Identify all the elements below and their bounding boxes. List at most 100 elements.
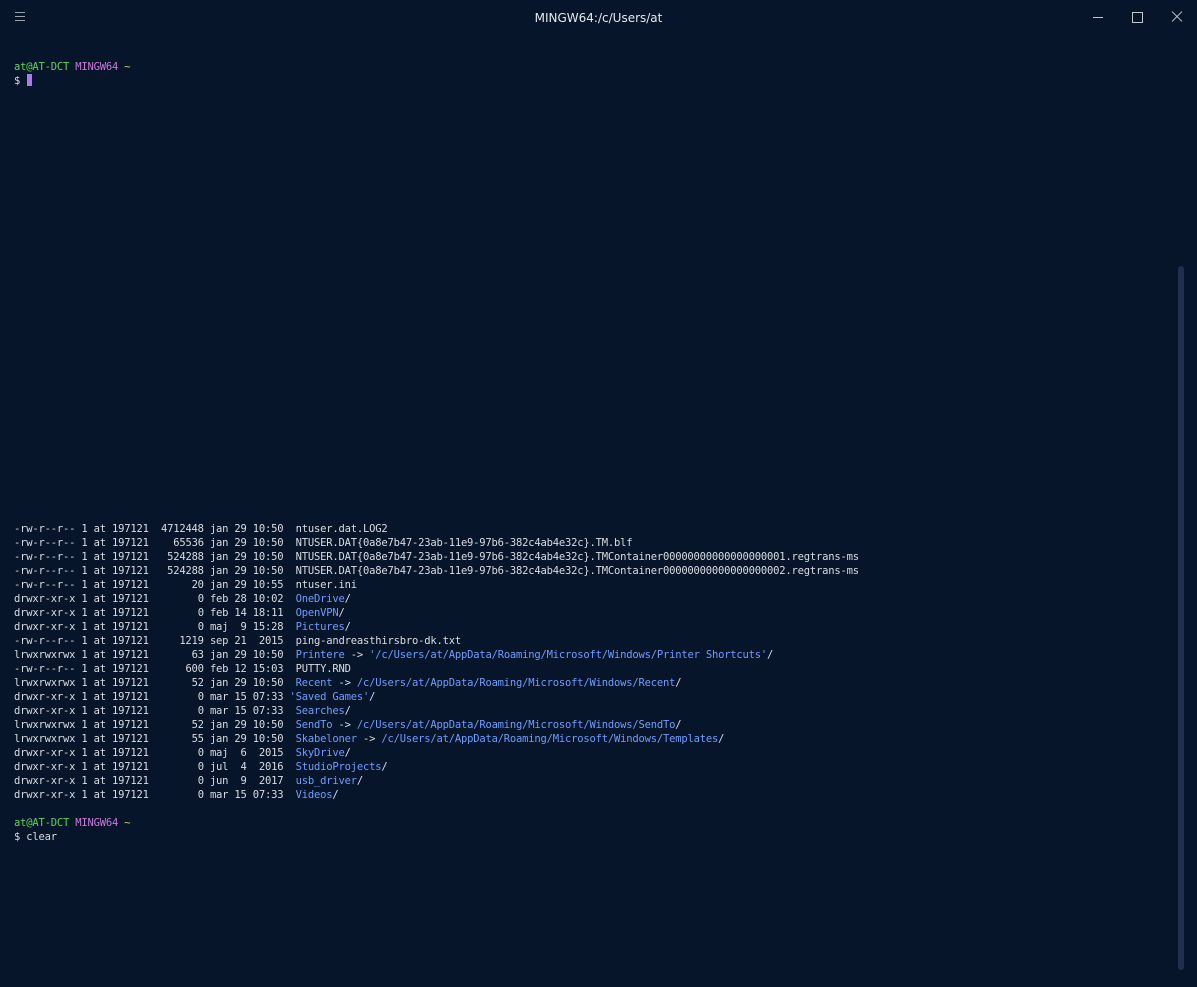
file-size: 52 (191, 677, 204, 689)
file-permissions: drwxr-xr-x (14, 705, 76, 717)
file-size: 524288 (167, 565, 204, 577)
column-separator (283, 649, 295, 661)
listing-row: drwxr-xr-x 1 at 197121 0 maj 6 2015 SkyD… (14, 746, 859, 760)
file-permissions: drwxr-xr-x (14, 761, 76, 773)
listing-row: drwxr-xr-x 1 at 197121 0 feb 28 10:02 On… (14, 592, 859, 606)
file-group: 197121 (111, 621, 149, 633)
file-date: jan 29 10:50 (209, 719, 284, 731)
file-name: OneDrive (295, 593, 345, 605)
prompt-dollar: $ (14, 75, 27, 87)
minimize-button[interactable] (1078, 0, 1118, 34)
file-size: 0 (197, 705, 204, 717)
file-permissions: lrwxrwxrwx (14, 733, 76, 745)
file-owner: at (93, 747, 106, 759)
file-date: jan 29 10:50 (209, 677, 284, 689)
file-permissions: -rw-r--r-- (14, 565, 76, 577)
file-name: NTUSER.DAT{0a8e7b47-23ab-11e9-97b6-382c4… (295, 551, 859, 563)
link-count: 1 (81, 663, 88, 675)
link-count: 1 (81, 747, 88, 759)
file-owner: at (93, 677, 106, 689)
command-line[interactable]: $ (14, 74, 1164, 88)
text-cursor (27, 74, 33, 86)
maximize-button[interactable] (1117, 0, 1157, 34)
listing-row: -rw-r--r-- 1 at 197121 1219 sep 21 2015 … (14, 634, 859, 648)
link-count: 1 (81, 635, 88, 647)
title-bar[interactable]: MINGW64:/c/Users/at (0, 0, 1197, 34)
file-owner: at (93, 649, 106, 661)
file-permissions: -rw-r--r-- (14, 551, 76, 563)
file-date: jan 29 10:55 (209, 579, 284, 591)
file-date: jun 9 2017 (209, 775, 284, 787)
column-separator (283, 551, 295, 563)
hamburger-menu-icon[interactable] (10, 7, 30, 27)
listing-row: lrwxrwxrwx 1 at 197121 55 jan 29 10:50 S… (14, 732, 859, 746)
file-owner: at (93, 663, 106, 675)
link-count: 1 (81, 719, 88, 731)
link-count: 1 (81, 761, 88, 773)
window-title: MINGW64:/c/Users/at (534, 11, 663, 25)
file-date: jan 29 10:50 (209, 733, 284, 745)
file-group: 197121 (111, 761, 149, 773)
column-separator (283, 621, 295, 633)
file-date: jan 29 10:50 (209, 537, 284, 549)
column-separator (283, 635, 295, 647)
listing-row: drwxr-xr-x 1 at 197121 0 jul 4 2016 Stud… (14, 760, 859, 774)
file-date: mar 15 07:33 (209, 691, 284, 703)
link-arrow: -> (332, 719, 357, 731)
file-owner: at (93, 607, 106, 619)
type-suffix: / (675, 677, 682, 689)
link-count: 1 (81, 593, 88, 605)
link-target: '/c/Users/at/AppData/Roaming/Microsoft/W… (369, 649, 768, 661)
close-button[interactable] (1157, 0, 1197, 34)
file-group: 197121 (111, 747, 149, 759)
file-owner: at (93, 593, 106, 605)
file-permissions: lrwxrwxrwx (14, 677, 76, 689)
file-group: 197121 (111, 691, 149, 703)
file-date: jan 29 10:50 (209, 551, 284, 563)
listing-row: drwxr-xr-x 1 at 197121 0 maj 9 15:28 Pic… (14, 620, 859, 634)
column-separator (283, 733, 295, 745)
prompt-system: MINGW64 (75, 817, 119, 829)
link-target: /c/Users/at/AppData/Roaming/Microsoft/Wi… (356, 719, 676, 731)
link-count: 1 (81, 607, 88, 619)
prompt-line: at@AT-DCT MINGW64 ~ (14, 816, 131, 830)
link-count: 1 (81, 691, 88, 703)
scrollbar-thumb[interactable] (1178, 266, 1184, 970)
file-permissions: drwxr-xr-x (14, 593, 76, 605)
column-separator (283, 761, 295, 773)
link-count: 1 (81, 789, 88, 801)
file-date: mar 15 07:33 (209, 789, 284, 801)
link-target: /c/Users/at/AppData/Roaming/Microsoft/Wi… (381, 733, 719, 745)
file-name: Recent (295, 677, 333, 689)
column-separator (283, 593, 295, 605)
file-owner: at (93, 523, 106, 535)
file-name: ping-andreasthirsbro-dk.txt (295, 635, 461, 647)
file-date: sep 21 2015 (209, 635, 284, 647)
file-group: 197121 (111, 789, 149, 801)
listing-row: drwxr-xr-x 1 at 197121 0 mar 15 07:33 Vi… (14, 788, 859, 802)
column-separator (283, 775, 295, 787)
file-date: feb 12 15:03 (209, 663, 284, 675)
file-permissions: -rw-r--r-- (14, 579, 76, 591)
type-suffix: / (718, 733, 725, 745)
prompt-block: at@AT-DCT MINGW64 ~ $ (14, 60, 1164, 88)
file-name: Skabeloner (295, 733, 357, 745)
file-date: jan 29 10:50 (209, 565, 284, 577)
command-text: clear (26, 831, 57, 843)
type-suffix: / (344, 621, 351, 633)
file-name: Videos (295, 789, 333, 801)
listing-row: drwxr-xr-x 1 at 197121 0 feb 14 18:11 Op… (14, 606, 859, 620)
maximize-icon (1132, 12, 1143, 23)
file-owner: at (93, 789, 106, 801)
link-count: 1 (81, 775, 88, 787)
column-separator (283, 565, 295, 577)
file-owner: at (93, 579, 106, 591)
terminal-output[interactable]: at@AT-DCT MINGW64 ~ $ -rw-r--r-- 1 at 19… (14, 60, 1164, 980)
column-separator (283, 537, 295, 549)
file-group: 197121 (111, 579, 149, 591)
file-owner: at (93, 551, 106, 563)
file-group: 197121 (111, 593, 149, 605)
file-size: 0 (197, 789, 204, 801)
column-separator (283, 663, 295, 675)
file-owner: at (93, 621, 106, 633)
